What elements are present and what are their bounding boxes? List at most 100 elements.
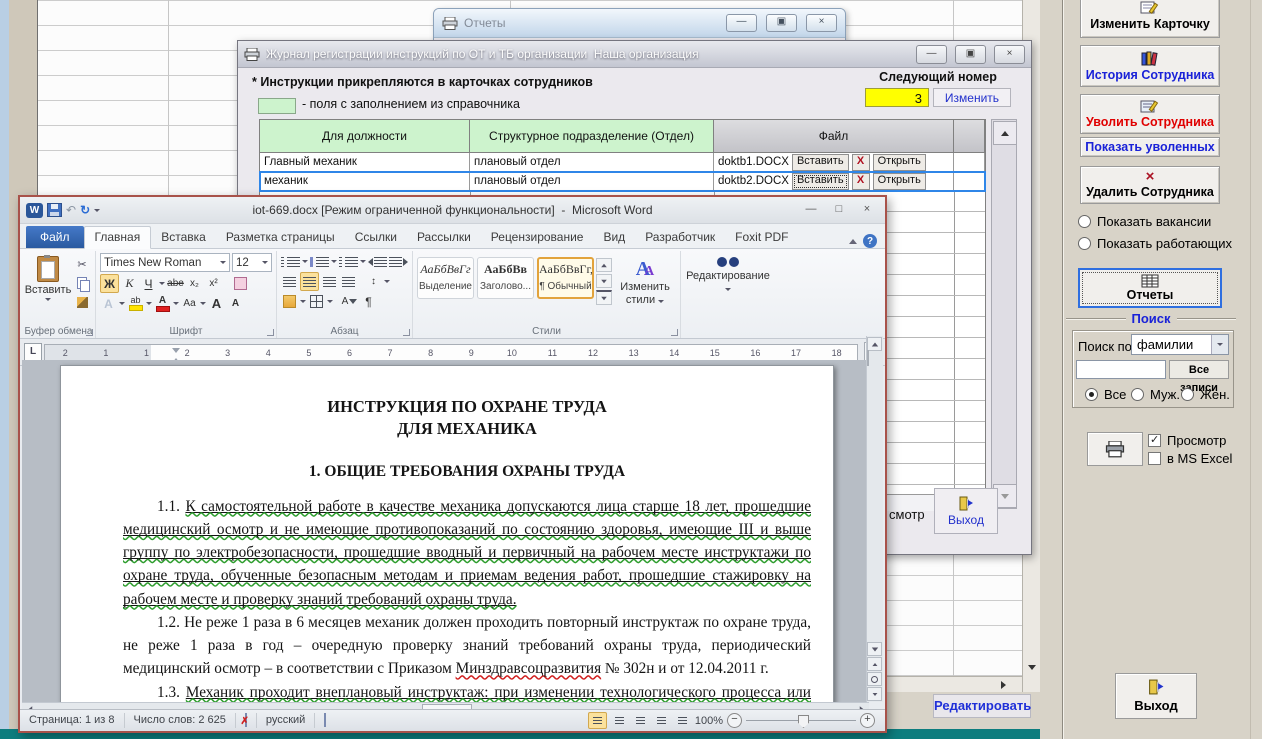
undo-icon[interactable]: ↶ [66,203,76,217]
view-draft-icon[interactable] [674,713,691,728]
format-painter-icon[interactable] [73,294,91,310]
status-language[interactable]: русский [257,713,315,728]
cut-icon[interactable]: ✂ [73,256,91,272]
increase-indent-button[interactable] [389,253,408,270]
scrollbar-thumb[interactable] [867,350,869,366]
view-print-layout-icon[interactable] [588,712,607,729]
superscript-button[interactable]: x² [205,275,222,292]
close-icon[interactable]: × [806,14,837,32]
status-page[interactable]: Страница: 1 из 8 [20,713,125,728]
maximize-icon[interactable]: □ [825,201,853,219]
previous-page-icon[interactable] [867,657,882,671]
horizontal-ruler[interactable]: 21123456789101112131415161718 [44,344,858,361]
word-titlebar[interactable]: iot-669.docx [Режим ограниченной функцио… [20,197,885,224]
column-header-file[interactable]: Файл [714,120,954,153]
italic-button[interactable]: К [121,275,138,292]
zoom-in-icon[interactable]: + [860,713,875,728]
cell-department[interactable]: плановый отдел [470,172,714,191]
history-button[interactable]: История Сотрудника [1080,45,1220,87]
tab-page-layout[interactable]: Разметка страницы [216,227,345,248]
tab-foxit-pdf[interactable]: Foxit PDF [725,227,798,248]
borders-button[interactable] [308,293,325,310]
qat-menu-icon[interactable] [94,209,100,212]
checkbox-checked-icon[interactable] [1148,434,1161,447]
strikethrough-button[interactable]: abe [167,275,184,292]
multilevel-list-button[interactable] [339,253,358,270]
change-case-button[interactable]: Аа [181,295,198,312]
tab-developer[interactable]: Разработчик [635,227,725,248]
search-input[interactable] [1076,360,1166,379]
gender-female-radio[interactable]: Жен. [1181,387,1230,402]
editing-button[interactable]: Редактирование [685,253,771,294]
minimize-icon[interactable]: — [797,201,825,219]
gender-all-radio[interactable]: Все [1085,387,1126,402]
sort-button[interactable]: А [341,293,358,310]
edit-record-button[interactable]: Редактировать [933,694,1031,718]
app-exit-button[interactable]: Выход [1115,673,1197,719]
next-number-field[interactable]: 3 [865,88,929,107]
dialog-launcher-icon[interactable] [267,329,274,336]
grow-font-button[interactable]: А [208,295,225,312]
bullets-button[interactable] [281,253,300,270]
font-name-combo[interactable]: Times New Roman [100,253,230,272]
dialog-launcher-icon[interactable] [671,329,678,336]
help-icon[interactable]: ? [863,234,877,248]
journal-exit-button[interactable]: Выход [934,488,998,534]
checkbox-icon[interactable] [1148,452,1161,465]
dialog-launcher-icon[interactable] [403,329,410,336]
gender-male-radio[interactable]: Муж. [1131,387,1180,402]
tab-mailings[interactable]: Рассылки [407,227,481,248]
scroll-right-icon[interactable] [1001,681,1006,689]
chevron-down-icon[interactable] [1211,335,1228,354]
paste-button[interactable]: Вставить [26,253,70,310]
show-paragraph-marks-button[interactable]: ¶ [360,293,377,310]
remove-file-button[interactable]: X [852,154,870,171]
table-vertical-scrollbar[interactable] [991,119,1017,509]
cell-position[interactable]: механик [260,172,470,191]
radio-selected-icon[interactable] [1085,388,1098,401]
scroll-up-icon[interactable] [867,337,882,351]
tab-home[interactable]: Главная [84,226,152,249]
cell-department[interactable]: плановый отдел [470,153,714,172]
scroll-down-icon[interactable] [1028,665,1036,670]
underline-button[interactable]: Ч [140,275,157,292]
bold-button[interactable]: Ж [100,274,119,293]
numbering-button[interactable] [310,253,329,270]
style-card-heading[interactable]: АаБбВв Заголово... [477,257,534,299]
remove-file-button[interactable]: X [852,173,870,190]
document-page[interactable]: ИНСТРУКЦИЯ ПО ОХРАНЕ ТРУДА ДЛЯ МЕХАНИКА … [60,365,834,702]
minimize-icon[interactable]: — [726,14,757,32]
file-name[interactable]: doktb2.DOCX [718,175,789,187]
radio-icon[interactable] [1078,215,1091,228]
cell-position[interactable]: Главный механик [260,153,470,172]
table-row-selected[interactable]: механик плановый отдел doktb2.DOCX Встав… [260,172,985,191]
zoom-out-icon[interactable]: − [727,713,742,728]
decrease-indent-button[interactable] [368,253,387,270]
tab-view[interactable]: Вид [593,227,635,248]
excel-checkbox[interactable]: в MS Excel [1148,451,1232,466]
font-color-button[interactable]: А [154,295,171,312]
scroll-up-icon[interactable] [993,121,1017,145]
column-header-position[interactable]: Для должности [260,120,470,153]
shading-button[interactable] [281,293,298,310]
select-browse-object-icon[interactable] [867,672,882,686]
insert-file-button[interactable]: Вставить [792,173,849,190]
tab-selector-icon[interactable]: L [24,343,42,361]
zoom-slider[interactable] [746,720,856,721]
align-center-button[interactable] [300,272,319,291]
table-row[interactable]: Главный механик плановый отдел doktb1.DO… [260,153,985,172]
file-name[interactable]: doktb1.DOCX [718,156,789,168]
status-word-count[interactable]: Число слов: 2 625 [125,713,236,728]
show-dismissed-button[interactable]: Показать уволенных [1080,137,1220,157]
redo-icon[interactable]: ↻ [80,203,90,217]
view-web-layout-icon[interactable] [632,713,649,728]
shrink-font-button[interactable]: А [227,295,244,312]
tab-references[interactable]: Ссылки [345,227,407,248]
dialog-launcher-icon[interactable] [86,329,93,336]
dismiss-employee-button[interactable]: Уволить Сотрудника [1080,94,1220,134]
justify-button[interactable] [340,273,357,290]
line-spacing-button[interactable]: ↕ [365,273,382,290]
font-size-combo[interactable]: 12 [232,253,272,272]
first-line-indent-marker[interactable] [172,348,180,353]
change-number-button[interactable]: Изменить [933,88,1011,107]
